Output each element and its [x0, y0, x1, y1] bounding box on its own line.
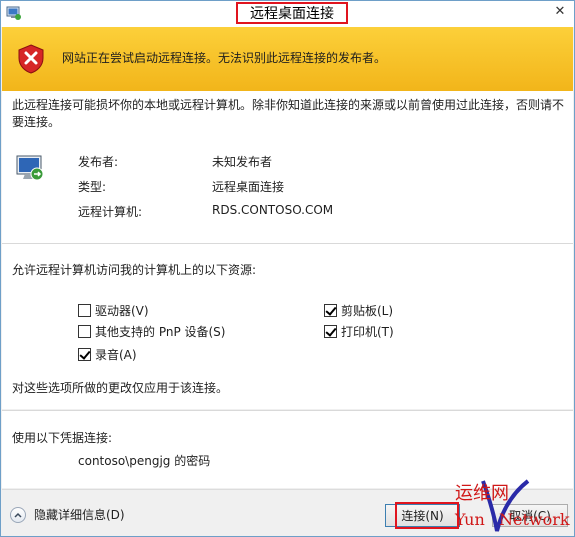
credentials-title: 使用以下凭据连接:	[12, 431, 113, 445]
audio-recording-label: 录音(A)	[95, 348, 137, 362]
drives-label: 驱动器(V)	[95, 304, 149, 318]
hide-details-toggle[interactable]: 隐藏详细信息(D)	[10, 506, 125, 523]
hide-details-label: 隐藏详细信息(D)	[34, 508, 125, 522]
cancel-button[interactable]: 取消(C)	[492, 504, 568, 527]
close-button[interactable]: ✕	[546, 1, 574, 21]
cancel-label: 取消(C)	[509, 509, 551, 523]
checkbox-box[interactable]	[78, 325, 91, 338]
warning-description: 此远程连接可能损坏你的本地或远程计算机。除非你知道此连接的来源或以前曾使用过此连…	[12, 98, 565, 129]
warning-banner: 网站正在尝试启动远程连接。无法识别此远程连接的发布者。	[2, 27, 573, 91]
checkbox-box[interactable]	[324, 325, 337, 338]
warning-message: 网站正在尝试启动远程连接。无法识别此远程连接的发布者。	[62, 51, 387, 65]
title-bar: 远程桌面连接 ✕	[1, 1, 574, 27]
pnp-devices-label: 其他支持的 PnP 设备(S)	[95, 325, 226, 339]
printers-label: 打印机(T)	[341, 325, 394, 339]
section-divider	[2, 243, 573, 244]
close-icon: ✕	[554, 3, 566, 19]
connect-highlight-box	[395, 502, 459, 529]
settings-note: 对这些选项所做的更改仅应用于该连接。	[12, 381, 229, 395]
credential-user: contoso\pengjg 的密码	[78, 454, 211, 468]
type-value: 远程桌面连接	[212, 180, 285, 194]
credentials-section: 使用以下凭据连接: contoso\pengjg 的密码	[2, 410, 573, 488]
clipboard-label: 剪贴板(L)	[341, 304, 394, 318]
details-panel: 此远程连接可能损坏你的本地或远程计算机。除非你知道此连接的来源或以前曾使用过此连…	[2, 91, 573, 409]
remote-computer-label: 远程计算机:	[78, 205, 143, 219]
remote-computer-icon	[16, 155, 44, 181]
dialog-footer: 隐藏详细信息(D) 连接(N) 取消(C)	[2, 489, 573, 536]
checkbox-box[interactable]	[324, 304, 337, 317]
remote-desktop-connection-dialog: 远程桌面连接 ✕ 网站正在尝试启动远程连接。无法识别此远程连接的发布者。 此远程…	[0, 0, 575, 537]
drives-checkbox[interactable]: 驱动器(V)	[78, 302, 149, 319]
publisher-label: 发布者:	[78, 155, 119, 169]
title-highlight-box: 远程桌面连接	[236, 2, 348, 24]
printers-checkbox[interactable]: 打印机(T)	[324, 323, 394, 340]
checkbox-box[interactable]	[78, 348, 91, 361]
remote-desktop-app-icon	[6, 6, 21, 20]
audio-recording-checkbox[interactable]: 录音(A)	[78, 346, 137, 363]
publisher-value: 未知发布者	[212, 155, 273, 169]
pnp-devices-checkbox[interactable]: 其他支持的 PnP 设备(S)	[78, 323, 225, 340]
window-title: 远程桌面连接	[250, 6, 334, 22]
chevron-up-icon[interactable]	[10, 506, 26, 523]
remote-computer-value: RDS.CONTOSO.COM	[212, 203, 334, 217]
shield-error-icon	[18, 44, 44, 74]
checkbox-box[interactable]	[78, 304, 91, 317]
type-label: 类型:	[78, 180, 107, 194]
clipboard-checkbox[interactable]: 剪贴板(L)	[324, 302, 393, 319]
resources-title: 允许远程计算机访问我的计算机上的以下资源:	[12, 263, 257, 277]
